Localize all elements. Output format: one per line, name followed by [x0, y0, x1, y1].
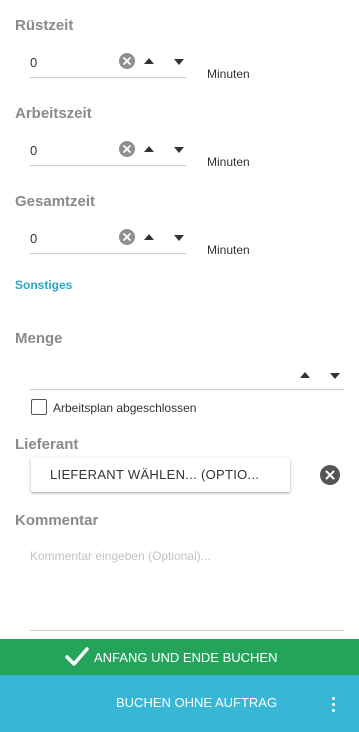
arrow-down-icon[interactable]: [174, 147, 184, 153]
clear-icon[interactable]: [119, 141, 135, 157]
clear-icon[interactable]: [119, 53, 135, 69]
arrow-up-icon[interactable]: [300, 372, 310, 378]
quantity-label: Menge: [15, 330, 63, 347]
arrow-up-icon[interactable]: [144, 146, 154, 152]
comment-label: Kommentar: [15, 512, 99, 529]
more-vertical-icon[interactable]: [330, 695, 338, 713]
comment-textarea[interactable]: Kommentar eingeben (Optional)...: [30, 543, 344, 631]
select-supplier-button[interactable]: LIEFERANT WÄHLEN... (OPTIO...: [31, 458, 290, 492]
setup-time-value[interactable]: 0: [30, 55, 37, 70]
clear-icon[interactable]: [320, 465, 340, 485]
arrow-down-icon[interactable]: [330, 373, 340, 379]
total-time-unit: Minuten: [207, 243, 250, 257]
work-plan-completed-checkbox[interactable]: [31, 399, 47, 415]
arrow-down-icon[interactable]: [174, 235, 184, 241]
work-time-unit: Minuten: [207, 155, 250, 169]
work-time-field[interactable]: 0: [30, 139, 186, 166]
work-time-value[interactable]: 0: [30, 143, 37, 158]
setup-time-unit: Minuten: [207, 67, 250, 81]
arrow-up-icon[interactable]: [144, 58, 154, 64]
setup-time-label: Rüstzeit: [15, 17, 74, 34]
clear-icon[interactable]: [119, 229, 135, 245]
arrow-up-icon[interactable]: [144, 234, 154, 240]
other-section-heading[interactable]: Sonstiges: [15, 278, 72, 292]
work-time-label: Arbeitszeit: [15, 105, 92, 122]
book-start-end-button[interactable]: ANFANG UND ENDE BUCHEN: [0, 639, 359, 675]
checkmark-icon: [65, 646, 89, 673]
book-start-end-label: ANFANG UND ENDE BUCHEN: [94, 650, 278, 665]
comment-placeholder: Kommentar eingeben (Optional)...: [30, 549, 211, 563]
quantity-field[interactable]: [30, 363, 344, 390]
book-without-order-button[interactable]: BUCHEN OHNE AUFTRAG: [0, 675, 359, 732]
total-time-field[interactable]: 0: [30, 227, 186, 254]
book-without-order-label: BUCHEN OHNE AUFTRAG: [116, 695, 278, 710]
total-time-value[interactable]: 0: [30, 231, 37, 246]
setup-time-field[interactable]: 0: [30, 51, 186, 78]
work-plan-completed-label[interactable]: Arbeitsplan abgeschlossen: [53, 401, 196, 415]
arrow-down-icon[interactable]: [174, 59, 184, 65]
total-time-label: Gesamtzeit: [15, 193, 96, 210]
supplier-label: Lieferant: [15, 436, 79, 453]
